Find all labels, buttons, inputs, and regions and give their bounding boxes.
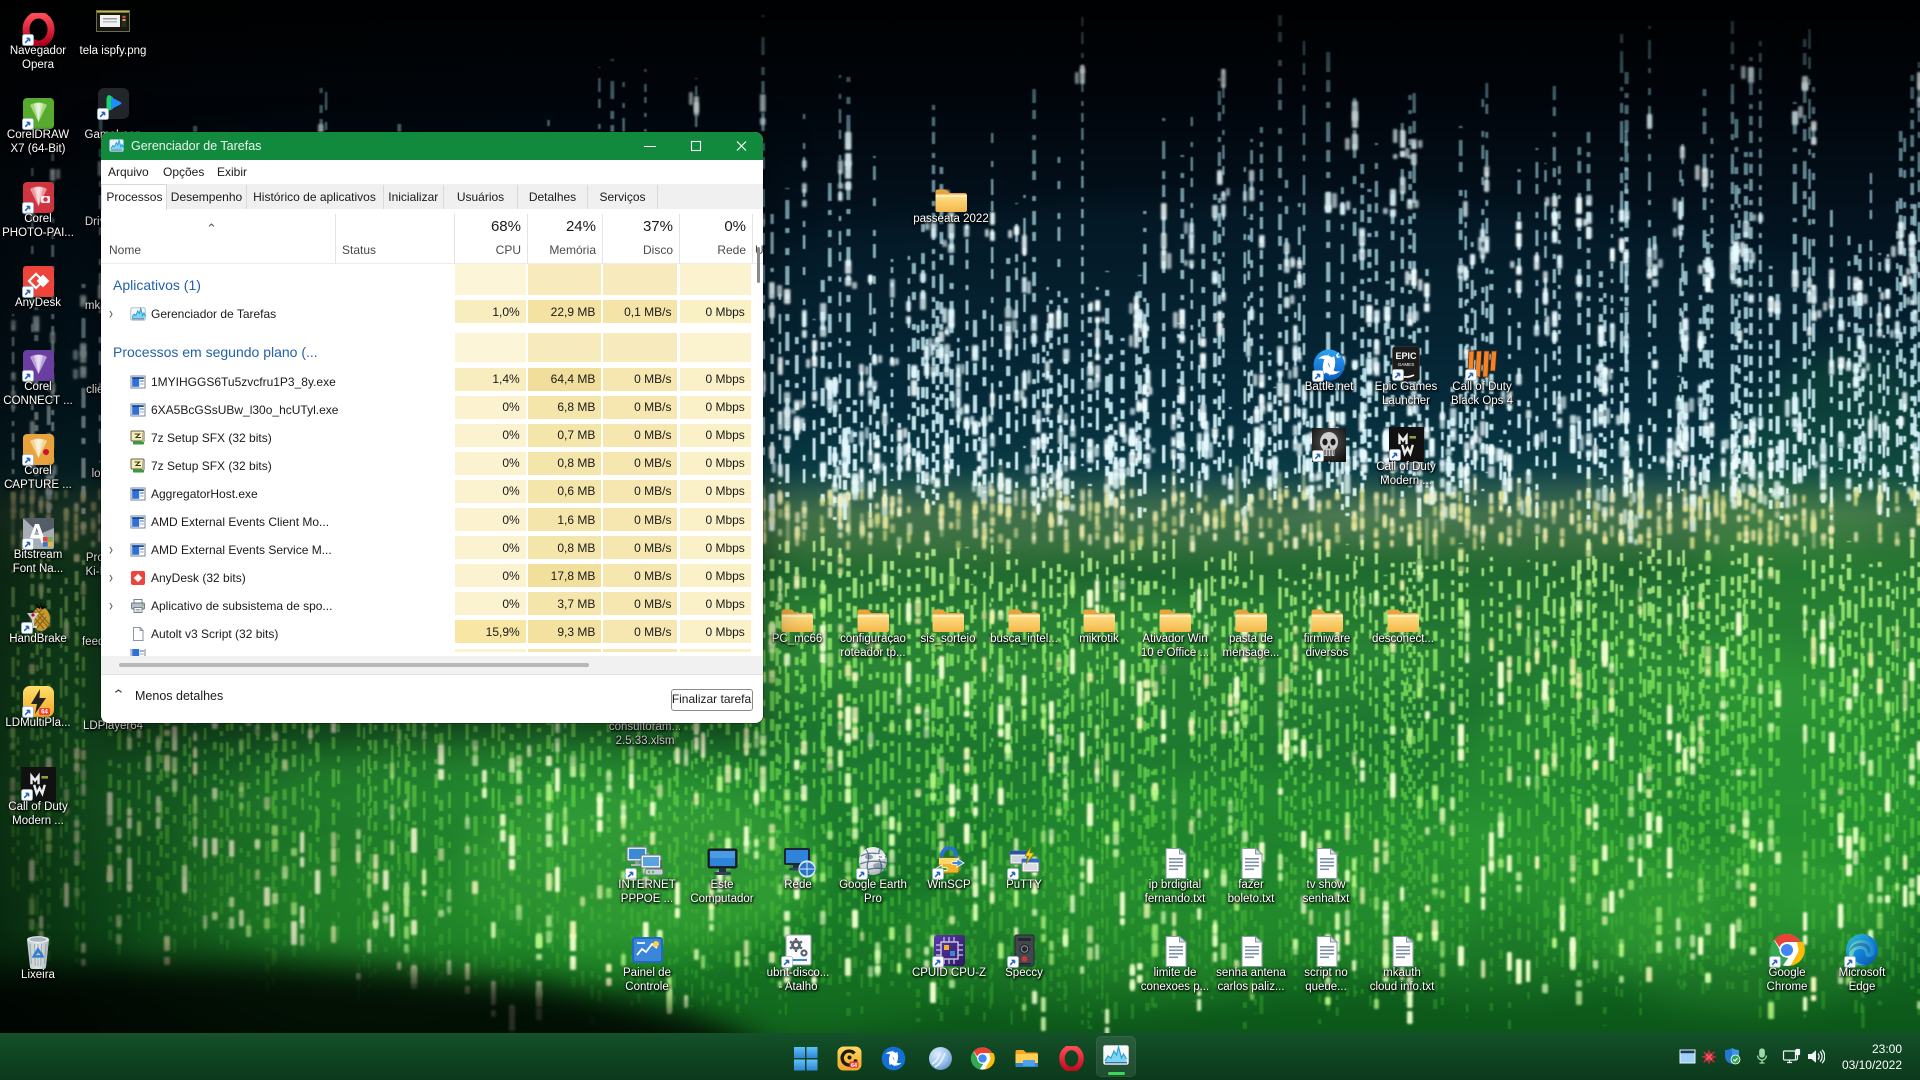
svg-text:GAMES: GAMES: [1398, 362, 1415, 367]
svg-text:64: 64: [851, 1063, 858, 1069]
svg-text:64: 64: [41, 710, 48, 716]
svg-text:EPIC: EPIC: [1395, 351, 1417, 361]
